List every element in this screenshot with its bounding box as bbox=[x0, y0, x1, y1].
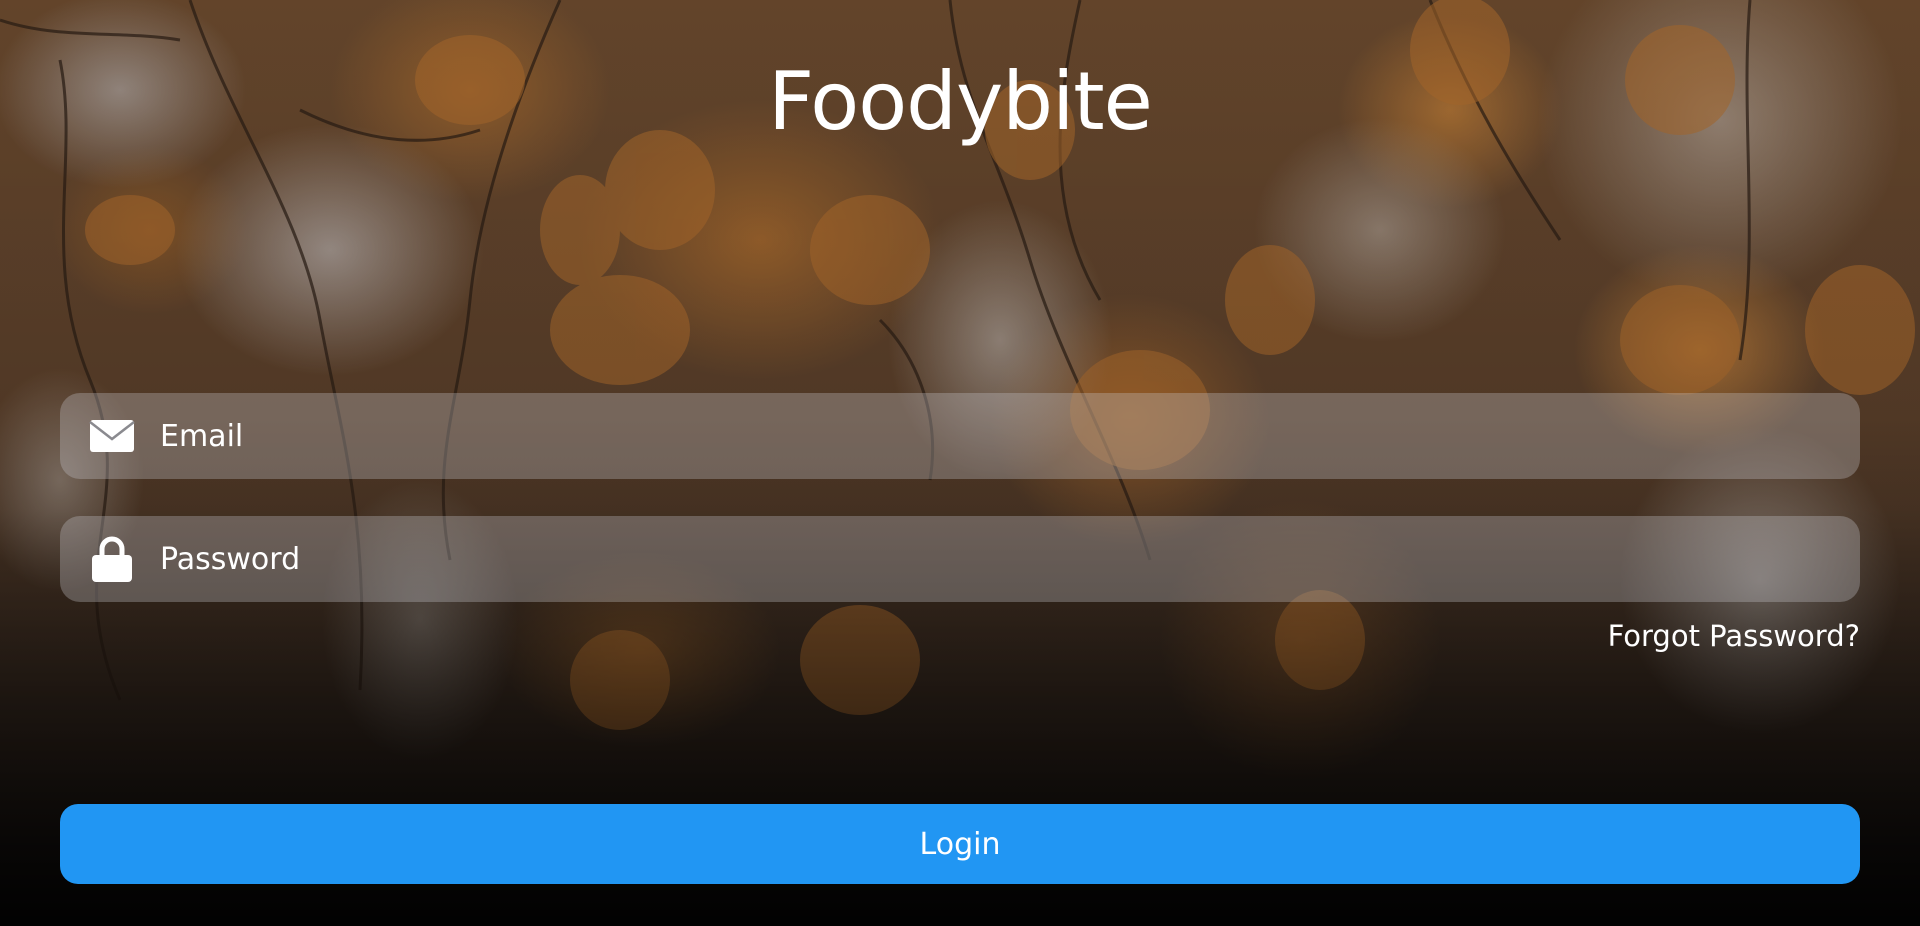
forgot-password-link[interactable]: Forgot Password? bbox=[1608, 616, 1860, 656]
lock-icon bbox=[88, 535, 136, 583]
app-title: Foodybite bbox=[768, 55, 1153, 148]
login-button[interactable]: Login bbox=[60, 804, 1860, 884]
login-screen: Foodybite Forgot Password? Login bbox=[0, 0, 1920, 926]
password-field[interactable] bbox=[60, 516, 1860, 602]
password-input[interactable] bbox=[158, 528, 1860, 590]
email-input[interactable] bbox=[158, 405, 1860, 467]
envelope-icon bbox=[88, 412, 136, 460]
email-field[interactable] bbox=[60, 393, 1860, 479]
